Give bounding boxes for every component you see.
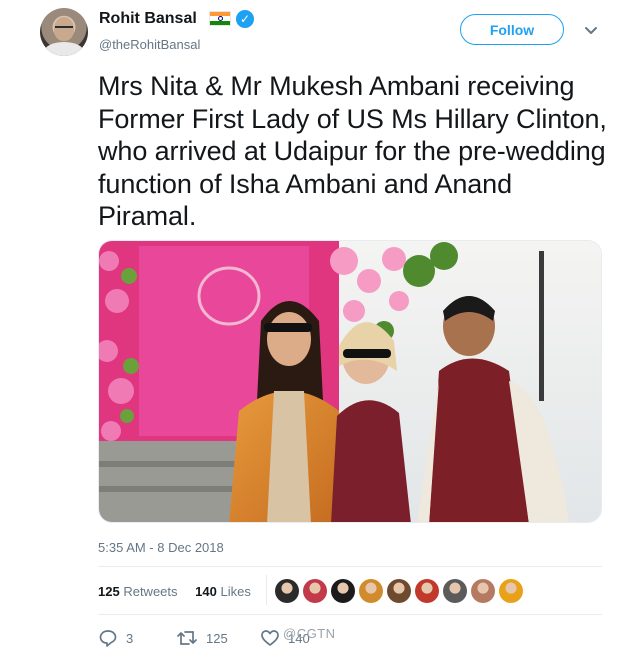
liker-avatar[interactable]	[359, 579, 383, 603]
tweet-timestamp[interactable]: 5:35 AM - 8 Dec 2018	[98, 540, 224, 555]
chevron-down-icon[interactable]	[582, 21, 600, 39]
liker-avatar[interactable]	[499, 579, 523, 603]
liker-avatar[interactable]	[443, 579, 467, 603]
liker-avatar[interactable]	[471, 579, 495, 603]
tweet-photo[interactable]	[98, 240, 602, 523]
verified-badge-icon: ✓	[236, 10, 254, 28]
tweet-stats: 125 Retweets 140 Likes	[98, 584, 265, 599]
author-avatar[interactable]	[40, 8, 88, 56]
retweets-stat[interactable]: 125 Retweets	[98, 584, 178, 599]
tweet-text: Mrs Nita & Mr Mukesh Ambani receiving Fo…	[98, 71, 607, 231]
author-name[interactable]: Rohit Bansal	[99, 10, 197, 28]
reply-button[interactable]: 3	[98, 627, 133, 649]
divider	[98, 566, 602, 567]
likes-stat[interactable]: 140 Likes	[195, 584, 251, 599]
liker-avatar[interactable]	[387, 579, 411, 603]
heart-icon	[261, 630, 279, 646]
liker-avatar[interactable]	[303, 579, 327, 603]
retweets-label: Retweets	[123, 584, 178, 599]
retweet-button[interactable]: 125	[176, 627, 228, 649]
liker-avatar[interactable]	[415, 579, 439, 603]
liker-avatar[interactable]	[275, 579, 299, 603]
divider	[98, 614, 602, 615]
retweet-count: 125	[206, 630, 228, 646]
author-handle[interactable]: @theRohitBansal	[99, 37, 200, 52]
retweets-count: 125	[98, 584, 120, 599]
reply-count: 3	[126, 630, 134, 646]
watermark: @CGTN	[283, 626, 336, 641]
retweet-icon	[177, 631, 197, 645]
tweet-card: Rohit Bansal ✓ @theRohitBansal Follow Mr…	[0, 0, 638, 657]
follow-button[interactable]: Follow	[460, 14, 564, 45]
liker-avatar[interactable]	[331, 579, 355, 603]
reply-icon	[99, 630, 117, 647]
likes-count: 140	[195, 584, 217, 599]
india-flag-icon	[209, 11, 231, 26]
likes-label: Likes	[220, 584, 251, 599]
liker-avatars	[266, 575, 523, 605]
